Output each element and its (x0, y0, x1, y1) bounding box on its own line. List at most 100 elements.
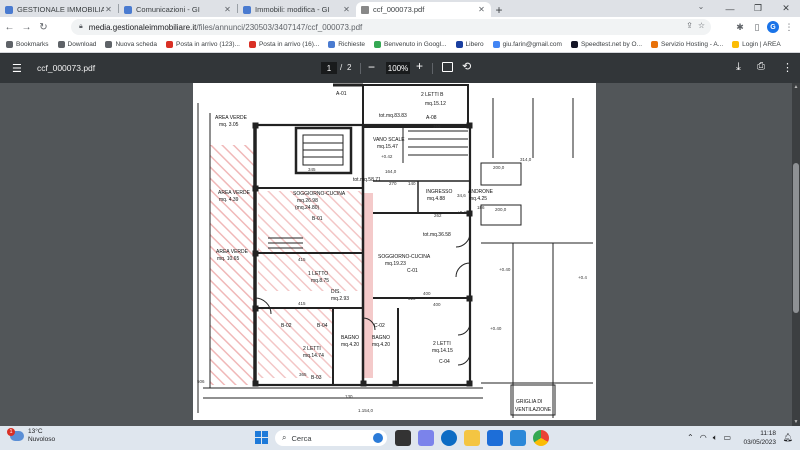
browser-tab[interactable]: Comunicazioni - GI ✕ (119, 2, 237, 17)
close-window-icon[interactable]: ✕ (772, 0, 800, 17)
bookmark-item[interactable]: Bookmarks (6, 41, 49, 48)
site-favicon-icon (243, 5, 251, 14)
rotate-icon[interactable]: ⟲ (462, 60, 471, 73)
system-clock[interactable]: 11:18 03/05/2023 (743, 429, 776, 447)
dimension-label: +0.42 (381, 154, 393, 159)
room-label: C-02 (374, 323, 385, 329)
bookmark-item[interactable]: Speedtest.net by O... (570, 41, 642, 48)
new-tab-button[interactable]: + (491, 2, 507, 17)
room-label: A-01 (336, 91, 347, 97)
lock-icon[interactable]: 🔒︎ (79, 23, 83, 31)
tab-search-icon[interactable]: ⌄ (694, 2, 708, 15)
aruba-icon (651, 41, 659, 48)
room-label: SOGGIORNO-CUCINA (378, 254, 431, 260)
mail-icon[interactable] (487, 430, 503, 446)
zoom-in-icon[interactable]: + (416, 59, 423, 73)
close-tab-icon[interactable]: ✕ (342, 5, 351, 14)
address-bar[interactable]: 🔒︎ media.gestionaleimmobiliare.it /files… (71, 19, 711, 35)
scroll-down-icon[interactable]: ▼ (793, 419, 799, 425)
bookmark-item[interactable]: Nuova scheda (105, 41, 157, 48)
taskbar-search[interactable]: ⌕ Cerca (275, 430, 387, 446)
browser-tab[interactable]: Immobili: modifica - GI ✕ (238, 2, 356, 17)
bookmark-item[interactable]: Download (57, 41, 96, 48)
url-host: media.gestionaleimmobiliare.it (88, 22, 197, 32)
tab-title: Immobili: modifica - GI (255, 5, 330, 14)
chevron-up-icon[interactable]: ⌃ (687, 433, 694, 443)
back-icon[interactable]: ← (2, 19, 17, 35)
zoom-out-icon[interactable]: − (368, 60, 375, 74)
bookmark-item[interactable]: Richieste (328, 41, 365, 48)
page-number-input[interactable]: 1 (321, 62, 337, 74)
restore-icon[interactable]: ❐ (744, 0, 772, 17)
task-view-icon[interactable] (395, 430, 411, 446)
browser-tab[interactable]: GESTIONALE IMMOBILIARE - Mo ✕ (0, 2, 118, 17)
room-label: tot.mq.83.83 (379, 113, 407, 119)
clock-time: 11:18 (760, 430, 776, 437)
room-label: mq.2.93 (331, 296, 349, 302)
minimize-icon[interactable]: — (716, 0, 744, 17)
bookmark-item[interactable]: Benvenuto in Googl... (374, 41, 447, 48)
browser-tab-active[interactable]: ccf_000073.pdf ✕ (356, 2, 491, 17)
hamburger-menu-icon[interactable]: ☰ (12, 62, 22, 75)
download-icon (57, 41, 65, 48)
dimension-label: 164,0 (385, 169, 397, 174)
bookmark-item[interactable]: giu.farin@gmail.com (492, 41, 562, 48)
battery-icon[interactable]: ▭ (724, 433, 732, 443)
toolbar-divider (360, 63, 361, 74)
close-tab-icon[interactable]: ✕ (223, 5, 232, 14)
scrollbar-thumb[interactable] (793, 163, 799, 313)
chrome-menu-icon[interactable]: ⋮ (782, 19, 796, 35)
bookmark-label: Benvenuto in Googl... (384, 41, 447, 48)
tab-title: Comunicazioni - GI (136, 5, 200, 14)
store-icon[interactable] (510, 430, 526, 446)
teams-chat-icon[interactable] (418, 430, 434, 446)
wifi-icon[interactable]: ◠ (700, 433, 707, 443)
dimension-label: +0.40 (490, 326, 502, 331)
chrome-icon[interactable] (533, 430, 549, 446)
scroll-up-icon[interactable]: ▲ (793, 84, 799, 90)
bookmark-item[interactable]: Servizio Hosting - A... (651, 41, 723, 48)
weather-description: Nuvoloso (28, 436, 56, 443)
share-icon[interactable]: ⇪ (686, 21, 693, 30)
windows-start-icon[interactable] (255, 431, 268, 444)
dimension-label: 314,0 (520, 157, 532, 162)
close-tab-icon[interactable]: ✕ (104, 5, 113, 14)
pdf-page: A-01 2 LETTI B mq.15.12 A-08 tot.mq.83.83 ARE… (193, 83, 596, 420)
dimension-label: +0.40 (499, 267, 511, 272)
close-tab-icon[interactable]: ✕ (477, 5, 486, 14)
edge-icon[interactable] (441, 430, 457, 446)
bookmark-item[interactable]: Libero (455, 41, 484, 48)
download-icon[interactable]: ⤓ (736, 61, 741, 74)
pdf-viewer[interactable]: A-01 2 LETTI B mq.15.12 A-08 tot.mq.83.83 ARE… (0, 83, 800, 426)
room-label: mq. 10.65 (217, 256, 239, 262)
notification-bell-icon[interactable]: 🔔︎ (783, 433, 793, 442)
print-icon[interactable]: ⎙ (757, 61, 765, 72)
room-label: 2 LETTI (433, 341, 451, 347)
sidebar-icon[interactable]: ▯ (750, 19, 764, 35)
dimension-label: 415 (298, 301, 306, 306)
dimension-label: 365 (433, 124, 441, 129)
bookmark-item[interactable]: Posta in arrivo (16)... (248, 41, 319, 48)
tab-title: ccf_000073.pdf (373, 5, 425, 14)
dimension-label: 400 (423, 291, 431, 296)
bookmark-star-icon[interactable]: ☆ (698, 21, 705, 30)
dimension-label: 200,0 (495, 207, 507, 212)
more-options-icon[interactable]: ⋮ (782, 61, 793, 74)
weather-widget[interactable]: 1 13°C Nuvoloso (7, 428, 56, 444)
room-label: AREA VERDE (216, 249, 249, 255)
forward-icon[interactable]: → (19, 19, 34, 35)
file-explorer-icon[interactable] (464, 430, 480, 446)
viewer-scrollbar[interactable]: ▲ ▼ (792, 83, 800, 426)
speaker-icon[interactable]: 🔈︎ (713, 433, 718, 443)
room-label: mq.4.25 (469, 196, 487, 202)
room-label: tot.mq.36.58 (423, 232, 451, 238)
room-label: mq.15.12 (425, 101, 446, 107)
profile-avatar[interactable]: G (767, 21, 779, 33)
fit-to-page-icon[interactable] (442, 62, 453, 72)
zoom-level-input[interactable]: 100% (386, 62, 410, 74)
reload-icon[interactable]: ↻ (36, 19, 51, 35)
bookmark-item[interactable]: Posta in arrivo (123)... (166, 41, 240, 48)
pdf-toolbar: ☰ ccf_000073.pdf 1 / 2 − 100% + ⟲ ⤓ ⎙ ⋮ (0, 54, 800, 83)
extensions-icon[interactable]: ✱ (733, 19, 747, 35)
bookmark-item[interactable]: Login | AREA (732, 41, 781, 48)
